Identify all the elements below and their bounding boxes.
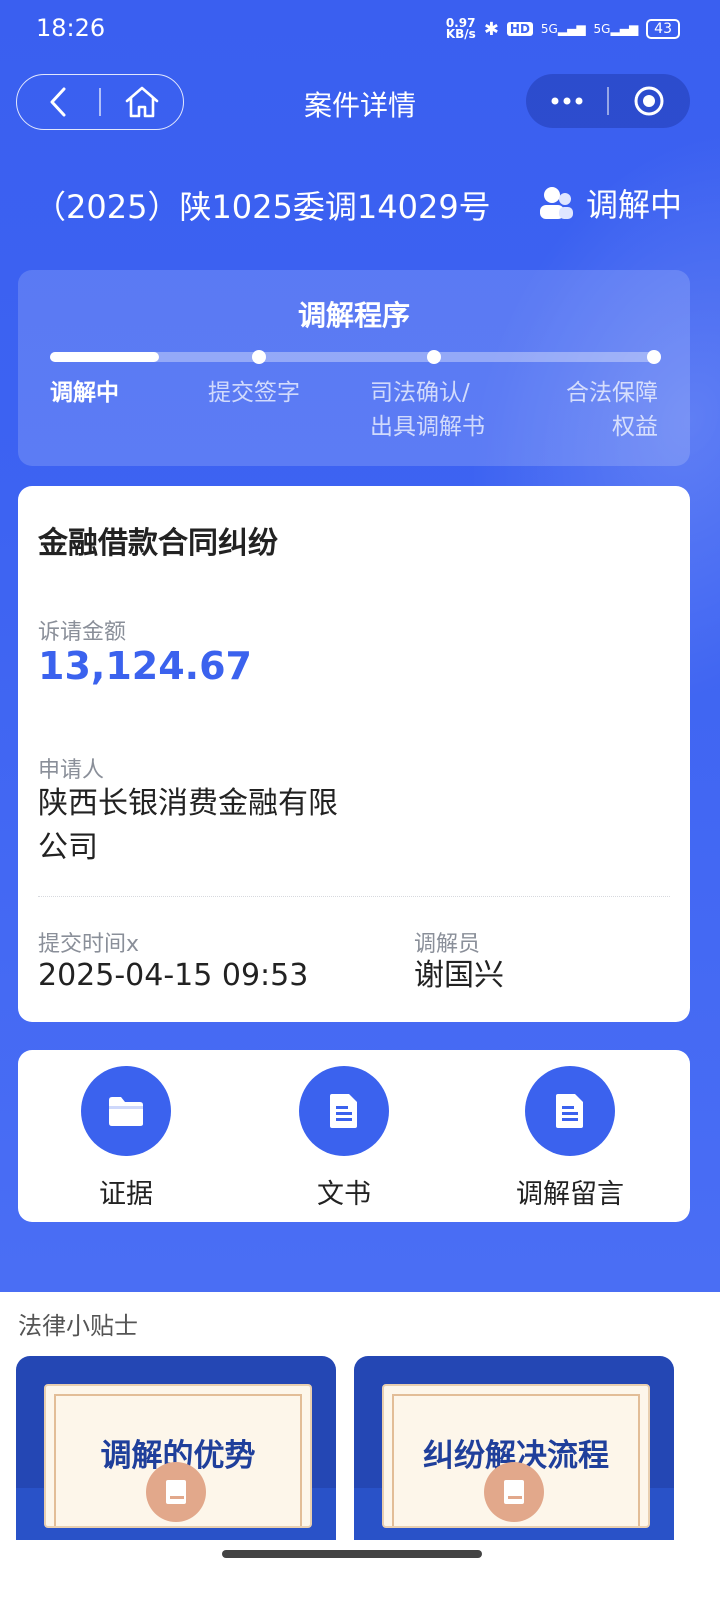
case-info-card: 金融借款合同纠纷 诉请金额 13,124.67 申请人 陕西长银消费金融有限 公… <box>18 486 690 1022</box>
bluetooth-icon: ✱ <box>483 18 499 40</box>
status-bar: 18:26 0.97 KB/s ✱ HD 5G▂▄▆ 5G▂▄▆ 43 <box>0 0 720 60</box>
mediation-message-button[interactable]: 调解留言 <box>480 1066 660 1211</box>
home-indicator[interactable] <box>222 1550 482 1558</box>
progress-track <box>50 350 661 364</box>
case-status: 调解中 <box>538 180 682 226</box>
evidence-label: 证据 <box>99 1179 153 1210</box>
documents-button[interactable]: 文书 <box>254 1066 434 1211</box>
target-icon <box>634 86 664 116</box>
tip-card-process[interactable]: 纠纷解决流程 <box>354 1356 674 1540</box>
mediation-message-label: 调解留言 <box>516 1179 624 1210</box>
case-number: （2025）陕1025委调14029号 <box>34 188 491 226</box>
book-icon <box>484 1462 544 1522</box>
tips-title: 法律小贴士 <box>18 1312 138 1340</box>
battery-icon: 43 <box>646 19 680 39</box>
amount-value: 13,124.67 <box>38 644 252 688</box>
hd-badge: HD <box>506 22 533 36</box>
action-card: 证据 文书 调解留言 <box>18 1050 690 1222</box>
signal-icon-1: 5G▂▄▆ <box>540 22 586 36</box>
process-title: 调解程序 <box>297 299 410 332</box>
case-status-label: 调解中 <box>585 186 682 224</box>
evidence-button[interactable]: 证据 <box>36 1066 216 1211</box>
signal-icon-2: 5G▂▄▆ <box>593 22 639 36</box>
progress-fill <box>50 352 160 362</box>
applicant-label: 申请人 <box>38 758 105 783</box>
step-mediating: 调解中 <box>50 380 119 406</box>
step-legal-protection: 合法保障 权益 <box>566 380 658 440</box>
more-icon <box>551 97 583 105</box>
more-button[interactable] <box>526 74 607 128</box>
process-card: 调解程序 调解中 提交签字 司法确认/ 出具调解书 合法保障 权益 <box>18 270 690 466</box>
header-background: 18:26 0.97 KB/s ✱ HD 5G▂▄▆ 5G▂▄▆ 43 案件详情 <box>0 0 720 1292</box>
nav-bar: 案件详情 <box>0 74 720 130</box>
close-miniapp-button[interactable] <box>609 74 690 128</box>
progress-dot <box>427 350 441 364</box>
nav-capsule-right <box>526 74 690 128</box>
applicant-value: 陕西长银消费金融有限 公司 <box>38 786 338 865</box>
documents-label: 文书 <box>317 1179 371 1210</box>
document-icon <box>299 1066 389 1156</box>
amount-label: 诉请金额 <box>38 620 127 645</box>
status-time: 18:26 <box>36 14 106 42</box>
net-speed: 0.97 KB/s <box>445 16 476 41</box>
document-icon <box>525 1066 615 1156</box>
status-icons: 0.97 KB/s ✱ HD 5G▂▄▆ 5G▂▄▆ 43 <box>445 16 680 41</box>
divider <box>38 896 670 897</box>
submit-time-value: 2025-04-15 09:53 <box>38 958 309 993</box>
case-type: 金融借款合同纠纷 <box>38 526 278 561</box>
folder-icon <box>81 1066 171 1156</box>
step-judicial-confirm: 司法确认/ 出具调解书 <box>370 380 485 440</box>
progress-dot <box>647 350 661 364</box>
tip-card-advantages[interactable]: 调解的优势 <box>16 1356 336 1540</box>
step-submit-sign: 提交签字 <box>208 380 300 406</box>
users-icon <box>539 187 573 219</box>
progress-dot <box>252 350 266 364</box>
mediator-value: 谢国兴 <box>414 958 504 993</box>
book-icon <box>146 1462 206 1522</box>
